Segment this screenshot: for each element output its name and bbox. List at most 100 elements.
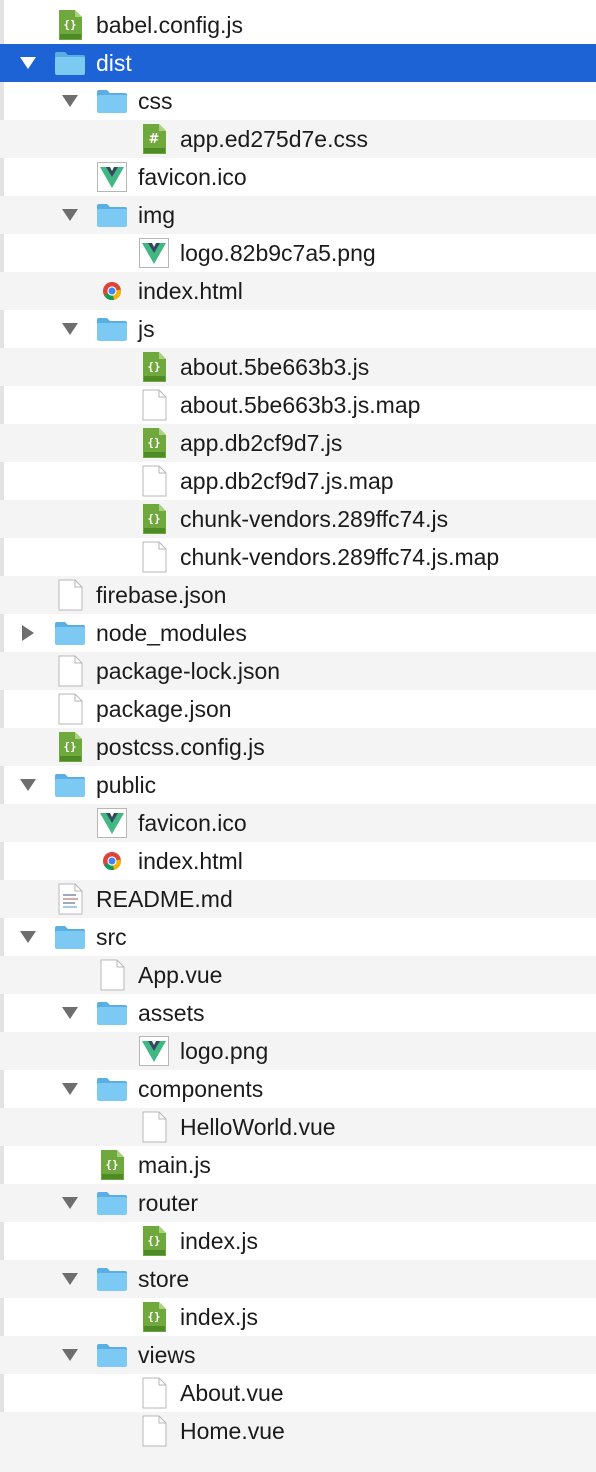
- disclosure-triangle-expanded-icon[interactable]: [18, 927, 38, 947]
- tree-item-label: app.ed275d7e.css: [180, 125, 368, 152]
- tree-folder-row[interactable]: components: [0, 1070, 596, 1108]
- tree-file-row[interactable]: {} app.db2cf9d7.js: [0, 424, 596, 462]
- tree-item-label: about.5be663b3.js: [180, 353, 370, 380]
- js-file-icon: {}: [138, 351, 170, 383]
- tree-folder-row[interactable]: img: [0, 196, 596, 234]
- tree-item-label: logo.png: [180, 1037, 269, 1064]
- js-file-icon: {}: [138, 503, 170, 535]
- tree-folder-row[interactable]: css: [0, 82, 596, 120]
- folder-icon: [54, 47, 86, 79]
- tree-item-label: postcss.config.js: [96, 733, 265, 760]
- svg-text:#: #: [149, 132, 160, 147]
- tree-item-label: logo.82b9c7a5.png: [180, 239, 376, 266]
- tree-folder-row[interactable]: store: [0, 1260, 596, 1298]
- tree-item-label: babel.config.js: [96, 11, 244, 38]
- tree-file-row[interactable]: About.vue: [0, 1374, 596, 1412]
- tree-item-label: About.vue: [180, 1379, 284, 1406]
- tree-file-row[interactable]: logo.82b9c7a5.png: [0, 234, 596, 272]
- folder-icon: [96, 997, 128, 1029]
- svg-text:{}: {}: [63, 18, 76, 31]
- js-file-icon: {}: [54, 9, 86, 41]
- tree-file-row[interactable]: app.db2cf9d7.js.map: [0, 462, 596, 500]
- tree-folder-row[interactable]: dist: [0, 44, 596, 82]
- tree-item-label: app.db2cf9d7.js: [180, 429, 343, 456]
- tree-file-row[interactable]: {} about.5be663b3.js: [0, 348, 596, 386]
- disclosure-triangle-expanded-icon[interactable]: [60, 91, 80, 111]
- tree-item-label: app.db2cf9d7.js.map: [180, 467, 394, 494]
- tree-file-row[interactable]: {} index.js: [0, 1222, 596, 1260]
- folder-icon: [96, 85, 128, 117]
- tree-folder-row[interactable]: public: [0, 766, 596, 804]
- folder-icon: [96, 1073, 128, 1105]
- blank-file-icon: [138, 389, 170, 421]
- tree-folder-row[interactable]: assets: [0, 994, 596, 1032]
- blank-file-icon: [54, 693, 86, 725]
- tree-file-row[interactable]: {} babel.config.js: [0, 6, 596, 44]
- text-file-icon: [54, 883, 86, 915]
- folder-icon: [54, 921, 86, 953]
- tree-file-row[interactable]: {} index.js: [0, 1298, 596, 1336]
- folder-icon: [54, 617, 86, 649]
- svg-text:{}: {}: [63, 740, 76, 753]
- tree-item-label: App.vue: [138, 961, 223, 988]
- js-file-icon: {}: [138, 1225, 170, 1257]
- disclosure-triangle-expanded-icon[interactable]: [60, 1269, 80, 1289]
- tree-item-label: package.json: [96, 695, 232, 722]
- svg-text:{}: {}: [105, 1158, 118, 1171]
- tree-item-label: node_modules: [96, 619, 247, 646]
- disclosure-triangle-collapsed-icon[interactable]: [18, 623, 38, 643]
- tree-file-row[interactable]: favicon.ico: [0, 804, 596, 842]
- vue-file-icon: [138, 237, 170, 269]
- blank-file-icon: [138, 1111, 170, 1143]
- tree-file-row[interactable]: README.md: [0, 880, 596, 918]
- tree-folder-row[interactable]: src: [0, 918, 596, 956]
- tree-file-row[interactable]: {} main.js: [0, 1146, 596, 1184]
- tree-file-row[interactable]: package-lock.json: [0, 652, 596, 690]
- tree-file-row[interactable]: chunk-vendors.289ffc74.js.map: [0, 538, 596, 576]
- tree-file-row[interactable]: logo.png: [0, 1032, 596, 1070]
- disclosure-triangle-expanded-icon[interactable]: [60, 1345, 80, 1365]
- tree-file-row[interactable]: {} chunk-vendors.289ffc74.js: [0, 500, 596, 538]
- js-file-icon: {}: [138, 1301, 170, 1333]
- tree-file-row[interactable]: firebase.json: [0, 576, 596, 614]
- blank-file-icon: [138, 541, 170, 573]
- tree-file-row[interactable]: index.html: [0, 842, 596, 880]
- tree-item-label: store: [138, 1265, 190, 1292]
- tree-file-row[interactable]: index.html: [0, 272, 596, 310]
- chrome-file-icon: [96, 275, 128, 307]
- tree-folder-row[interactable]: node_modules: [0, 614, 596, 652]
- tree-item-label: css: [138, 87, 173, 114]
- disclosure-triangle-expanded-icon[interactable]: [60, 1003, 80, 1023]
- tree-file-row[interactable]: # app.ed275d7e.css: [0, 120, 596, 158]
- tree-folder-row[interactable]: js: [0, 310, 596, 348]
- disclosure-triangle-expanded-icon[interactable]: [60, 205, 80, 225]
- tree-file-row[interactable]: about.5be663b3.js.map: [0, 386, 596, 424]
- disclosure-triangle-expanded-icon[interactable]: [18, 53, 38, 73]
- svg-text:{}: {}: [147, 436, 160, 449]
- tree-item-label: router: [138, 1189, 199, 1216]
- svg-text:{}: {}: [147, 360, 160, 373]
- disclosure-triangle-expanded-icon[interactable]: [18, 775, 38, 795]
- tree-item-label: index.html: [138, 847, 243, 874]
- tree-file-row[interactable]: {} postcss.config.js: [0, 728, 596, 766]
- tree-file-row[interactable]: package.json: [0, 690, 596, 728]
- folder-icon: [96, 1263, 128, 1295]
- disclosure-triangle-expanded-icon[interactable]: [60, 1193, 80, 1213]
- blank-file-icon: [96, 959, 128, 991]
- tree-file-row[interactable]: Home.vue: [0, 1412, 596, 1450]
- vue-file-icon: [96, 807, 128, 839]
- folder-icon: [54, 769, 86, 801]
- tree-folder-row[interactable]: router: [0, 1184, 596, 1222]
- tree-file-row[interactable]: HelloWorld.vue: [0, 1108, 596, 1146]
- tree-file-row[interactable]: App.vue: [0, 956, 596, 994]
- disclosure-triangle-expanded-icon[interactable]: [60, 1079, 80, 1099]
- tree-file-row[interactable]: favicon.ico: [0, 158, 596, 196]
- disclosure-triangle-expanded-icon[interactable]: [60, 319, 80, 339]
- svg-text:{}: {}: [147, 1310, 160, 1323]
- blank-file-icon: [138, 1415, 170, 1447]
- tree-folder-row[interactable]: views: [0, 1336, 596, 1374]
- tree-item-label: favicon.ico: [138, 809, 247, 836]
- js-file-icon: {}: [96, 1149, 128, 1181]
- tree-item-label: chunk-vendors.289ffc74.js: [180, 505, 449, 532]
- tree-item-label: assets: [138, 999, 205, 1026]
